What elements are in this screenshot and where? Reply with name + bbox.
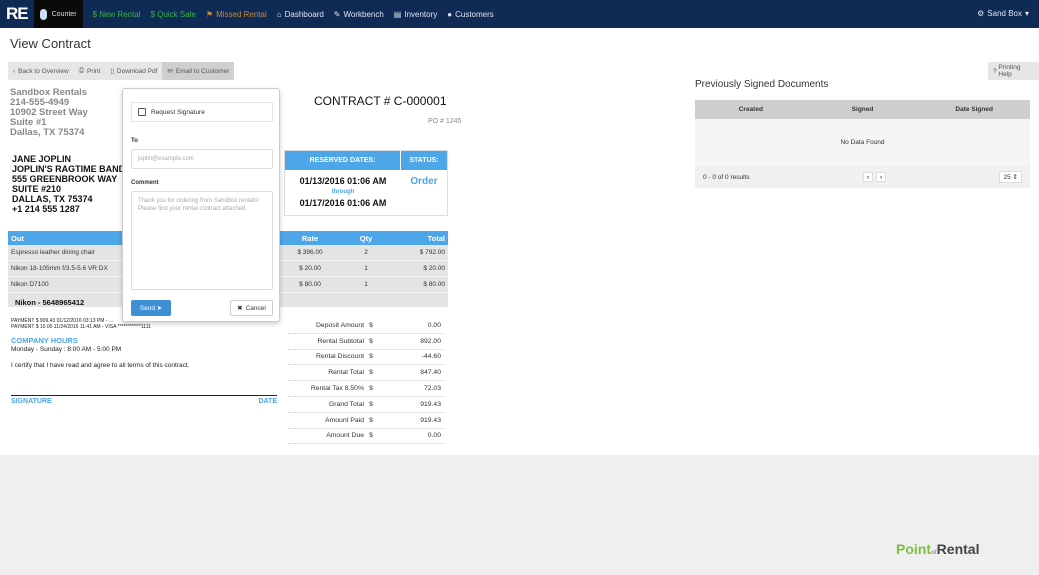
contract-toolbar: ‹ Back to Overview ⎙ Print ▯ Download Pdf ✉…: [8, 62, 235, 80]
signed-docs-table: Created Signed Date Signed No Data Found 0…: [695, 100, 1030, 188]
company-hours-title: COMPANY HOURS: [11, 336, 78, 345]
gear-icon: ⚙: [977, 9, 985, 18]
totals-table: Deposit Amount $0.00 Rental Subtotal $892.0…: [288, 318, 444, 445]
signed-docs-title: Previously Signed Documents: [695, 79, 829, 90]
status-badge: Order: [410, 176, 438, 187]
envelope-icon: ✉: [167, 68, 173, 75]
caret-down-icon: ▾: [1024, 9, 1029, 18]
print-button[interactable]: ⎙ Print: [74, 62, 106, 80]
point-of-rental-logo: PointofRental: [896, 541, 980, 557]
top-navbar: RE Counter $ New Rental $ Quick Sale ⚑ Mi…: [0, 0, 1039, 28]
nav-new-rental[interactable]: $ New Rental: [93, 10, 141, 19]
totals-row: Amount Paid $919.43: [288, 413, 444, 429]
nav-workbench[interactable]: ✎ Workbench: [334, 10, 384, 19]
column-signed[interactable]: Signed: [807, 106, 919, 113]
column-created[interactable]: Created: [695, 106, 807, 113]
contract-number: CONTRACT # C-000001: [314, 94, 447, 108]
request-signature-checkbox[interactable]: Request Signature: [131, 102, 273, 122]
company-address: Sandbox Rentals 214-555-4949 10902 Street …: [10, 87, 88, 138]
reserved-dates-box: RESERVED DATES: STATUS: 01/13/2016 01:06 …: [284, 150, 448, 216]
nav-customers[interactable]: ● Customers: [447, 10, 494, 19]
print-icon: ⎙: [78, 67, 84, 74]
flag-icon: ⚑: [205, 9, 214, 19]
signature-line: SIGNATURE DATE: [11, 395, 277, 405]
totals-row: Rental Discount $ -44.60: [288, 350, 444, 366]
totals-row: Grand Total $919.43: [288, 397, 444, 413]
wrench-icon: ✎: [333, 9, 341, 19]
download-pdf-button[interactable]: ▯ Download Pdf: [105, 62, 162, 80]
paper-plane-icon: ➤: [156, 305, 163, 312]
nav-dashboard[interactable]: ⌂ Dashboard: [277, 10, 324, 19]
back-button[interactable]: ‹ Back to Overview: [8, 62, 74, 80]
page-title: View Contract: [10, 36, 91, 51]
user-icon: ●: [447, 9, 453, 19]
email-popover: Request Signature To joplin@example.com …: [122, 88, 280, 322]
totals-row: Deposit Amount $0.00: [288, 318, 444, 334]
close-icon: ✖: [237, 305, 243, 312]
checkbox-icon: [138, 108, 146, 116]
send-button[interactable]: Send ➤: [131, 300, 171, 316]
totals-row: Rental Tax 8.50% $72.03: [288, 381, 444, 397]
status-header: STATUS:: [409, 157, 439, 164]
through-label: through: [331, 189, 355, 195]
totals-row: Rental Total $847.40: [288, 365, 444, 382]
prev-page-button[interactable]: ‹: [863, 172, 874, 182]
customer-address: JANE JOPLIN JOPLIN'S RAGTIME BAND 555 GREE…: [12, 154, 126, 214]
app-logo: RE: [6, 4, 29, 23]
list-icon: ▤: [393, 9, 402, 19]
reserved-dates-header: RESERVED DATES:: [285, 151, 401, 170]
cancel-button[interactable]: ✖ Cancel: [230, 300, 273, 316]
start-date: 01/13/2016 01:06 AM: [299, 176, 387, 186]
to-label: To: [131, 138, 138, 144]
nav-missed-rental[interactable]: ⚑ Missed Rental: [206, 10, 267, 19]
empty-message: No Data Found: [695, 119, 1030, 166]
totals-row: Rental Subtotal $892.00: [288, 334, 444, 350]
serial-number: Nikon - 5648965412: [15, 298, 85, 307]
to-email-input[interactable]: joplin@example.com: [131, 149, 273, 169]
company-hours: Monday - Sunday : 8:00 AM - 5:00 PM: [11, 346, 122, 353]
comment-textarea[interactable]: Thank you for ordering from Sandbox rent…: [131, 191, 273, 290]
column-date-signed[interactable]: Date Signed: [918, 106, 1030, 113]
chevron-left-icon: ‹: [13, 67, 16, 75]
end-date: 01/17/2016 01:06 AM: [299, 198, 387, 208]
nav-quick-sale[interactable]: $ Quick Sale: [151, 10, 196, 19]
printing-help-button[interactable]: ? Printing Help: [988, 62, 1039, 80]
counter-menu[interactable]: Counter: [33, 0, 83, 28]
nav-inventory[interactable]: ▤ Inventory: [394, 10, 437, 19]
email-customer-button[interactable]: ✉ Email to Customer: [162, 62, 235, 80]
comment-label: Comment: [131, 180, 159, 186]
next-page-button[interactable]: ›: [876, 172, 887, 182]
totals-row: Amount Due $0.00: [288, 429, 444, 445]
results-count: 0 - 0 of 0 results: [703, 173, 750, 181]
po-number: PO # 1245: [428, 118, 462, 125]
home-icon: ⌂: [276, 9, 282, 19]
mouse-icon: [39, 8, 47, 20]
certify-text: I certify that I have read and agree to …: [11, 362, 190, 369]
page-size-select[interactable]: 25 ⇕: [999, 171, 1022, 183]
file-icon: ▯: [110, 68, 114, 75]
account-menu[interactable]: ⚙ Sand Box ▾: [977, 9, 1029, 18]
footer-area: [0, 455, 1039, 575]
